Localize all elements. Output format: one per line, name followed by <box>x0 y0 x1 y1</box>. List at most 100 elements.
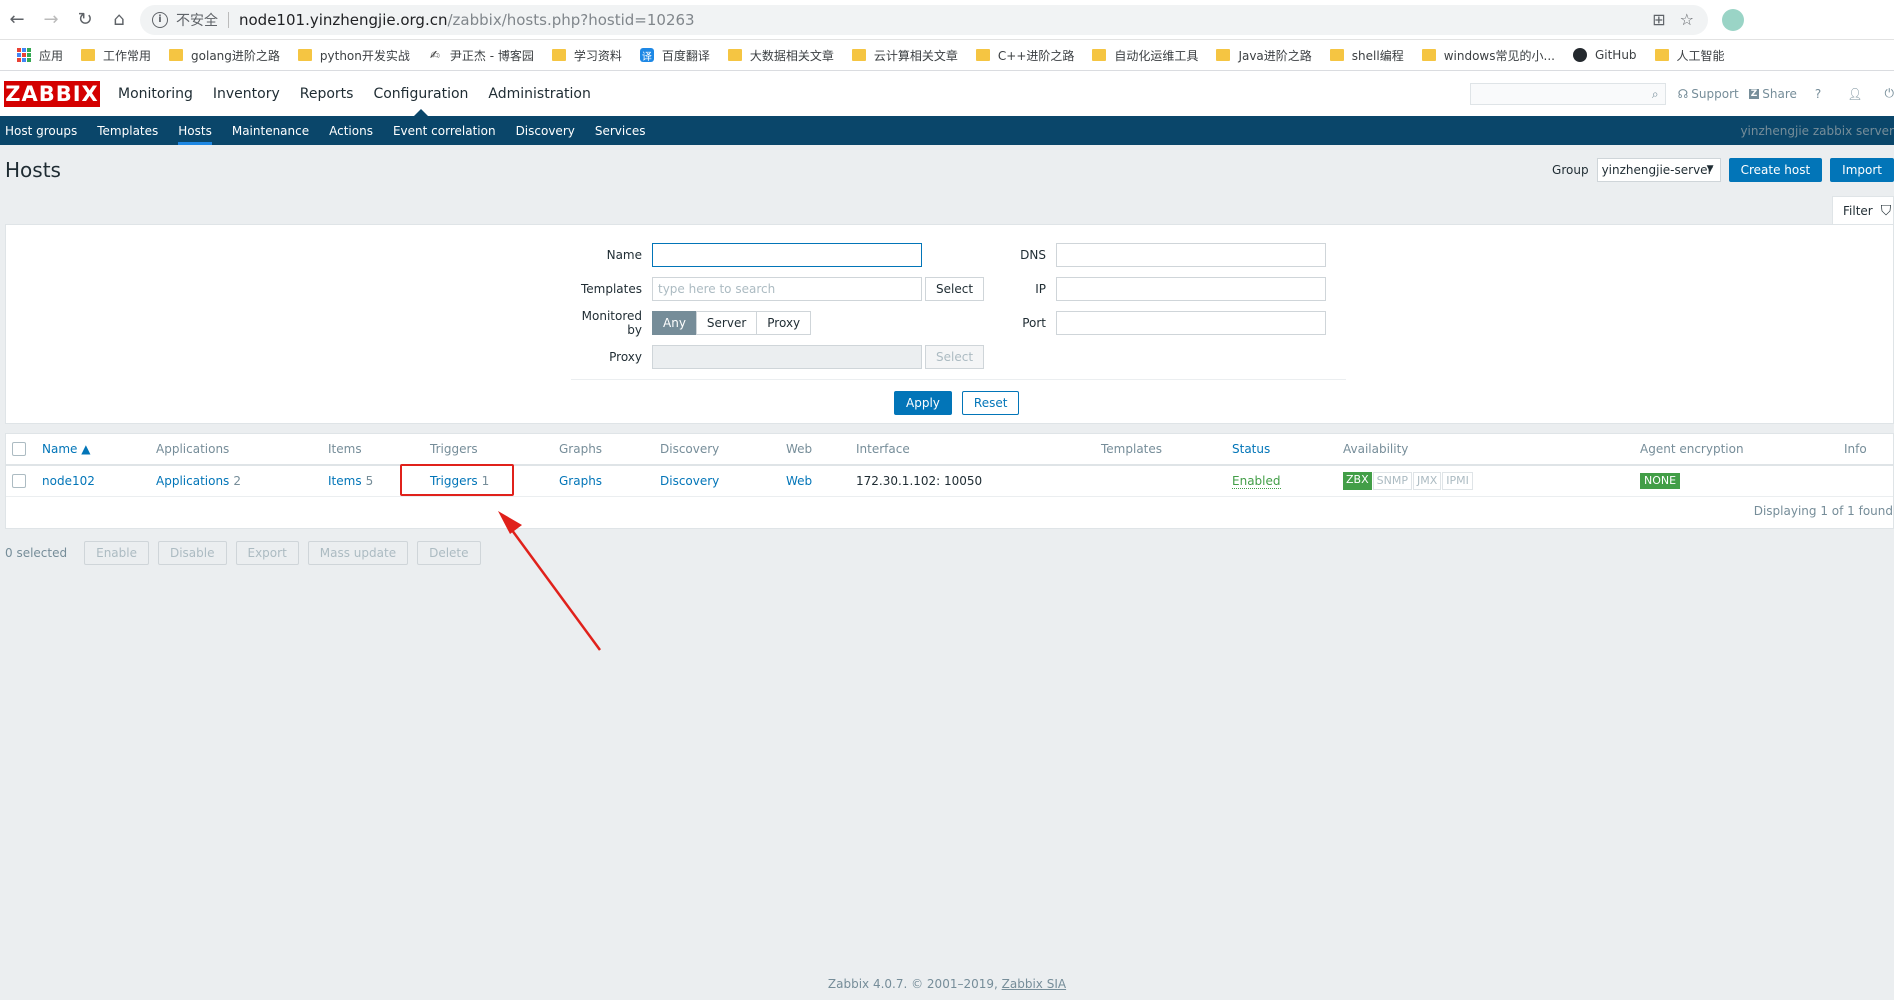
ip-label: IP <box>1035 282 1046 296</box>
host-name-link[interactable]: node102 <box>42 474 95 488</box>
enable-button[interactable]: Enable <box>84 541 149 565</box>
address-bar[interactable]: i 不安全 node101.yinzhengjie.org.cn /zabbix… <box>140 4 1708 35</box>
filter-tab[interactable]: Filter ⛉ <box>1832 196 1894 224</box>
user-profile-icon[interactable]: 👤︎ <box>1839 87 1870 101</box>
bookmark-link[interactable]: GitHub <box>1564 43 1646 67</box>
submenu-actions[interactable]: Actions <box>324 116 383 145</box>
bookmark-folder[interactable]: shell编程 <box>1321 43 1413 67</box>
bookmark-folder[interactable]: 学习资料 <box>543 43 631 67</box>
zabbix-header: ZABBIX Monitoring Inventory Reports Conf… <box>0 71 1894 116</box>
monitored-by-label: Monitored by <box>581 309 642 337</box>
bookmark-folder[interactable]: Java进阶之路 <box>1207 43 1320 67</box>
graphs-link[interactable]: Graphs <box>559 474 602 488</box>
sub-menu: Host groups Templates Hosts Maintenance … <box>0 116 1894 145</box>
column-info: Info <box>1844 442 1867 456</box>
help-icon[interactable]: ? <box>1807 87 1829 101</box>
proxy-input[interactable] <box>652 345 922 369</box>
zbx-badge: ZBX <box>1343 472 1372 490</box>
delete-button[interactable]: Delete <box>417 541 481 565</box>
submenu-services[interactable]: Services <box>590 116 656 145</box>
star-icon[interactable]: ☆ <box>1680 10 1694 29</box>
folder-icon <box>169 49 184 61</box>
mass-update-button[interactable]: Mass update <box>307 541 409 565</box>
name-input[interactable] <box>652 243 922 267</box>
templates-input[interactable]: type here to search <box>652 277 922 301</box>
url-path: /zabbix/hosts.php?hostid=10263 <box>447 10 695 29</box>
submenu-event-correlation[interactable]: Event correlation <box>388 116 506 145</box>
submenu-maintenance[interactable]: Maintenance <box>227 116 319 145</box>
interface-value: 172.30.1.102: 10050 <box>856 474 983 488</box>
bookmark-folder[interactable]: 自动化运维工具 <box>1083 43 1207 67</box>
sign-out-icon[interactable]: ⏻ <box>1881 86 1894 101</box>
menu-configuration[interactable]: Configuration <box>363 71 478 116</box>
select-all-checkbox[interactable] <box>12 442 26 456</box>
submenu-hosts[interactable]: Hosts <box>173 116 222 145</box>
bookmarks-bar: 应用 工作常用 golang进阶之路 python开发实战 ✍ 尹正杰 - 博客园… <box>0 40 1894 71</box>
column-availability: Availability <box>1343 442 1409 456</box>
monitored-server-option[interactable]: Server <box>695 311 758 335</box>
bookmark-link[interactable]: ✍ 尹正杰 - 博客园 <box>419 43 543 67</box>
translate-site-icon: 译 <box>639 48 654 63</box>
menu-inventory[interactable]: Inventory <box>203 71 290 116</box>
bookmark-apps[interactable]: 应用 <box>8 43 72 67</box>
menu-administration[interactable]: Administration <box>478 71 600 116</box>
submenu-templates[interactable]: Templates <box>92 116 168 145</box>
web-link[interactable]: Web <box>786 474 812 488</box>
bookmark-folder[interactable]: 人工智能 <box>1646 43 1734 67</box>
monitored-any-option[interactable]: Any <box>652 311 697 335</box>
support-link[interactable]: ☊ Support <box>1678 87 1739 101</box>
reload-icon[interactable]: ↻ <box>68 3 102 37</box>
translate-icon[interactable]: ⊞ <box>1652 10 1665 29</box>
bookmark-folder[interactable]: C++进阶之路 <box>967 43 1084 67</box>
export-button[interactable]: Export <box>235 541 299 565</box>
global-search-input[interactable]: ⌕ <box>1469 82 1666 105</box>
search-icon[interactable]: ⌕ <box>1652 87 1659 102</box>
bookmark-folder[interactable]: golang进阶之路 <box>160 43 289 67</box>
column-name[interactable]: Name ▲ <box>42 434 90 464</box>
filter-divider <box>571 379 1346 380</box>
apply-button[interactable]: Apply <box>894 391 952 415</box>
profile-avatar-icon[interactable] <box>1722 8 1744 31</box>
page-header: Hosts Group yinzhengjie-server ▼ Create … <box>0 145 1894 195</box>
back-icon[interactable]: ← <box>0 3 34 37</box>
bookmark-folder[interactable]: 云计算相关文章 <box>843 43 967 67</box>
footer: Zabbix 4.0.7. © 2001–2019, Zabbix SIA <box>0 977 1894 991</box>
bookmark-folder[interactable]: 大数据相关文章 <box>719 43 843 67</box>
folder-icon <box>297 49 312 61</box>
home-icon[interactable]: ⌂ <box>102 3 136 37</box>
import-button[interactable]: Import <box>1830 158 1894 182</box>
bookmark-link[interactable]: 译百度翻译 <box>631 43 719 67</box>
column-status[interactable]: Status <box>1232 434 1270 464</box>
monitored-proxy-option[interactable]: Proxy <box>756 311 812 335</box>
submenu-host-groups[interactable]: Host groups <box>0 116 87 145</box>
ip-input[interactable] <box>1056 277 1326 301</box>
dns-input[interactable] <box>1056 243 1326 267</box>
annotation-highlight-box <box>400 464 514 496</box>
applications-link[interactable]: Applications <box>156 474 229 488</box>
menu-reports[interactable]: Reports <box>290 71 364 116</box>
port-input[interactable] <box>1056 311 1326 335</box>
group-select[interactable]: yinzhengjie-server ▼ <box>1596 158 1721 182</box>
zabbix-logo[interactable]: ZABBIX <box>4 80 100 107</box>
forward-icon[interactable]: → <box>34 3 68 37</box>
disable-button[interactable]: Disable <box>157 541 227 565</box>
port-label: Port <box>1022 316 1046 330</box>
status-enabled-link[interactable]: Enabled <box>1232 474 1281 489</box>
create-host-button[interactable]: Create host <box>1728 158 1823 182</box>
share-link[interactable]: Z Share <box>1748 87 1797 101</box>
reset-button[interactable]: Reset <box>961 391 1020 415</box>
folder-icon <box>1092 49 1107 61</box>
menu-monitoring[interactable]: Monitoring <box>108 71 203 116</box>
footer-company-link[interactable]: Zabbix SIA <box>1002 977 1066 991</box>
row-checkbox[interactable] <box>12 474 26 488</box>
submenu-discovery[interactable]: Discovery <box>511 116 585 145</box>
folder-icon <box>551 49 566 61</box>
items-link[interactable]: Items <box>328 474 362 488</box>
discovery-link[interactable]: Discovery <box>660 474 719 488</box>
apps-icon <box>17 48 31 62</box>
info-icon[interactable]: i <box>152 11 168 28</box>
bookmark-folder[interactable]: 工作常用 <box>72 43 160 67</box>
bookmark-folder[interactable]: windows常见的小... <box>1413 43 1564 67</box>
bookmark-folder[interactable]: python开发实战 <box>289 43 419 67</box>
proxy-select-button[interactable]: Select <box>925 345 985 369</box>
